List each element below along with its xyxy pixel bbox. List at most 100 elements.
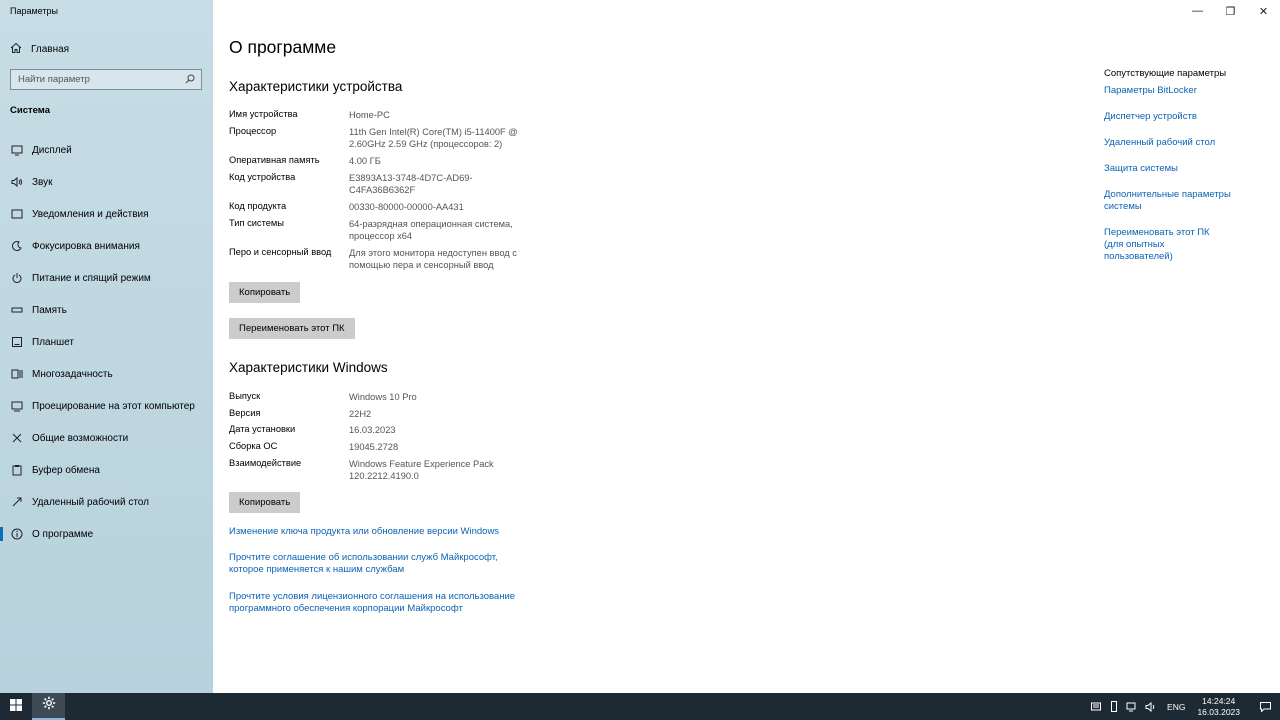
search-input[interactable] <box>18 74 185 85</box>
sidebar-item-projecting[interactable]: Проецирование на этот компьютер <box>0 390 213 422</box>
sidebar-item-label: Удаленный рабочий стол <box>32 496 149 508</box>
main-content: — ❐ ✕ О программе Характеристики устройс… <box>213 0 1280 693</box>
spec-key: Код устройства <box>229 172 296 182</box>
rename-pc-button[interactable]: Переименовать этот ПК <box>229 318 355 339</box>
copy-windows-button[interactable]: Копировать <box>229 492 301 513</box>
spec-row: Взаимодействие Windows Feature Experienc… <box>229 458 499 482</box>
close-button[interactable]: ✕ <box>1247 0 1280 22</box>
multitasking-icon <box>10 368 23 381</box>
sidebar-item-about[interactable]: О программе <box>0 518 213 550</box>
window-controls: — ❐ ✕ <box>1181 0 1280 22</box>
change-product-key-link[interactable]: Изменение ключа продукта или обновление … <box>229 526 529 538</box>
spec-row: Сборка ОС 19045.2728 <box>229 441 529 453</box>
system-protection-link[interactable]: Защита системы <box>1104 163 1254 175</box>
spec-value: 11th Gen Intel(R) Core(TM) i5-11400F @ 2… <box>349 127 518 149</box>
spec-value: 22H2 <box>349 409 372 419</box>
volume-icon[interactable] <box>1141 701 1159 712</box>
license-terms-link[interactable]: Прочтите условия лицензионного соглашени… <box>229 591 529 615</box>
sidebar-item-label: Звук <box>32 176 53 188</box>
sidebar-item-remote-desktop[interactable]: Удаленный рабочий стол <box>0 486 213 518</box>
clipboard-icon <box>10 464 23 477</box>
spec-value: E3893A13-3748-4D7C-AD69-C4FA36B6362F <box>349 173 473 195</box>
sidebar-item-tablet[interactable]: Планшет <box>0 326 213 358</box>
sidebar-nav: Дисплей Звук Уведомления и действия Фоку… <box>0 134 213 550</box>
app-title: Параметры <box>10 6 58 16</box>
remote-desktop-link[interactable]: Удаленный рабочий стол <box>1104 137 1254 149</box>
sidebar-item-label: Планшет <box>32 336 74 348</box>
start-button[interactable] <box>0 693 32 720</box>
spec-value: Windows 10 Pro <box>349 392 417 402</box>
bitlocker-link[interactable]: Параметры BitLocker <box>1104 85 1254 97</box>
device-manager-link[interactable]: Диспетчер устройств <box>1104 111 1254 123</box>
taskbar: ENG 14:24:24 16.03.2023 <box>0 693 1280 720</box>
related-settings: Сопутствующие параметры Параметры BitLoc… <box>1104 68 1254 263</box>
sidebar-item-clipboard[interactable]: Буфер обмена <box>0 454 213 486</box>
home-icon <box>10 42 22 57</box>
taskbar-settings-app[interactable] <box>32 693 65 720</box>
sidebar-item-storage[interactable]: Память <box>0 294 213 326</box>
sidebar-item-focus[interactable]: Фокусировка внимания <box>0 230 213 262</box>
remote-desktop-icon <box>10 496 23 509</box>
sidebar-item-multitasking[interactable]: Многозадачность <box>0 358 213 390</box>
power-icon <box>10 272 23 285</box>
language-indicator[interactable]: ENG <box>1159 702 1193 712</box>
spec-key: Имя устройства <box>229 109 298 119</box>
spec-value: 4.00 ГБ <box>349 156 381 166</box>
close-icon: ✕ <box>1258 5 1269 18</box>
spec-key: Процессор <box>229 126 277 136</box>
spec-row: Тип системы 64-разрядная операционная си… <box>229 218 529 242</box>
services-agreement-link[interactable]: Прочтите соглашение об использовании слу… <box>229 552 509 576</box>
sidebar-item-power[interactable]: Питание и спящий режим <box>0 262 213 294</box>
sidebar-item-label: О программе <box>32 528 94 540</box>
spec-row: Выпуск Windows 10 Pro <box>229 391 529 403</box>
sidebar: Параметры Главная Система Дисплей Звук У… <box>0 0 213 693</box>
home-label: Главная <box>31 43 70 55</box>
restore-icon: ❐ <box>1225 5 1236 18</box>
sidebar-item-label: Фокусировка внимания <box>32 240 140 252</box>
clock-date: 16.03.2023 <box>1197 706 1240 717</box>
notifications-icon <box>10 208 23 221</box>
copy-device-button[interactable]: Копировать <box>229 282 301 303</box>
maximize-button[interactable]: ❐ <box>1214 0 1247 22</box>
sidebar-item-label: Память <box>32 304 67 316</box>
network-icon[interactable] <box>1123 702 1141 712</box>
spec-key: Код продукта <box>229 201 287 211</box>
tablet-icon <box>10 336 23 349</box>
home-link[interactable]: Главная <box>10 42 69 56</box>
advanced-system-settings-link[interactable]: Дополнительные параметры системы <box>1104 189 1234 213</box>
spec-key: Сборка ОС <box>229 441 278 451</box>
spec-key: Выпуск <box>229 391 261 401</box>
gear-icon <box>42 696 56 715</box>
spec-key: Перо и сенсорный ввод <box>229 247 332 257</box>
sidebar-item-label: Общие возможности <box>32 432 129 444</box>
sidebar-item-shared[interactable]: Общие возможности <box>0 422 213 454</box>
minimize-button[interactable]: — <box>1181 0 1214 22</box>
spec-row: Дата установки 16.03.2023 <box>229 424 529 436</box>
spec-row: Код устройства E3893A13-3748-4D7C-AD69-C… <box>229 172 479 196</box>
spec-row: Процессор 11th Gen Intel(R) Core(TM) i5-… <box>229 126 529 150</box>
clock[interactable]: 14:24:24 16.03.2023 <box>1193 696 1250 718</box>
spec-key: Оперативная память <box>229 155 320 165</box>
related-settings-title: Сопутствующие параметры <box>1104 68 1227 79</box>
section-label: Система <box>10 105 50 116</box>
notification-center-icon[interactable] <box>1250 701 1280 712</box>
spec-row: Оперативная память 4.00 ГБ <box>229 155 529 167</box>
spec-key: Версия <box>229 408 261 418</box>
about-icon <box>10 528 23 541</box>
spec-value: 00330-80000-00000-AA431 <box>349 202 464 212</box>
keyboard-icon[interactable] <box>1087 702 1105 711</box>
spec-value: Для этого монитора недоступен ввод с пом… <box>349 248 517 270</box>
sidebar-item-display[interactable]: Дисплей <box>0 134 213 166</box>
search-icon[interactable] <box>185 71 195 89</box>
search-box[interactable] <box>10 69 202 90</box>
sidebar-item-label: Многозадачность <box>32 368 113 380</box>
sidebar-item-sound[interactable]: Звук <box>0 166 213 198</box>
sidebar-item-notifications[interactable]: Уведомления и действия <box>0 198 213 230</box>
rename-pc-advanced-link[interactable]: Переименовать этот ПК (для опытных польз… <box>1104 227 1224 263</box>
spec-value: Windows Feature Experience Pack 120.2212… <box>349 459 494 481</box>
spec-key: Взаимодействие <box>229 458 302 468</box>
windows-specs-heading: Характеристики Windows <box>229 360 388 375</box>
minimize-icon: — <box>1192 5 1203 17</box>
usb-icon[interactable] <box>1105 701 1123 712</box>
spec-row: Имя устройства Home-PC <box>229 109 529 121</box>
